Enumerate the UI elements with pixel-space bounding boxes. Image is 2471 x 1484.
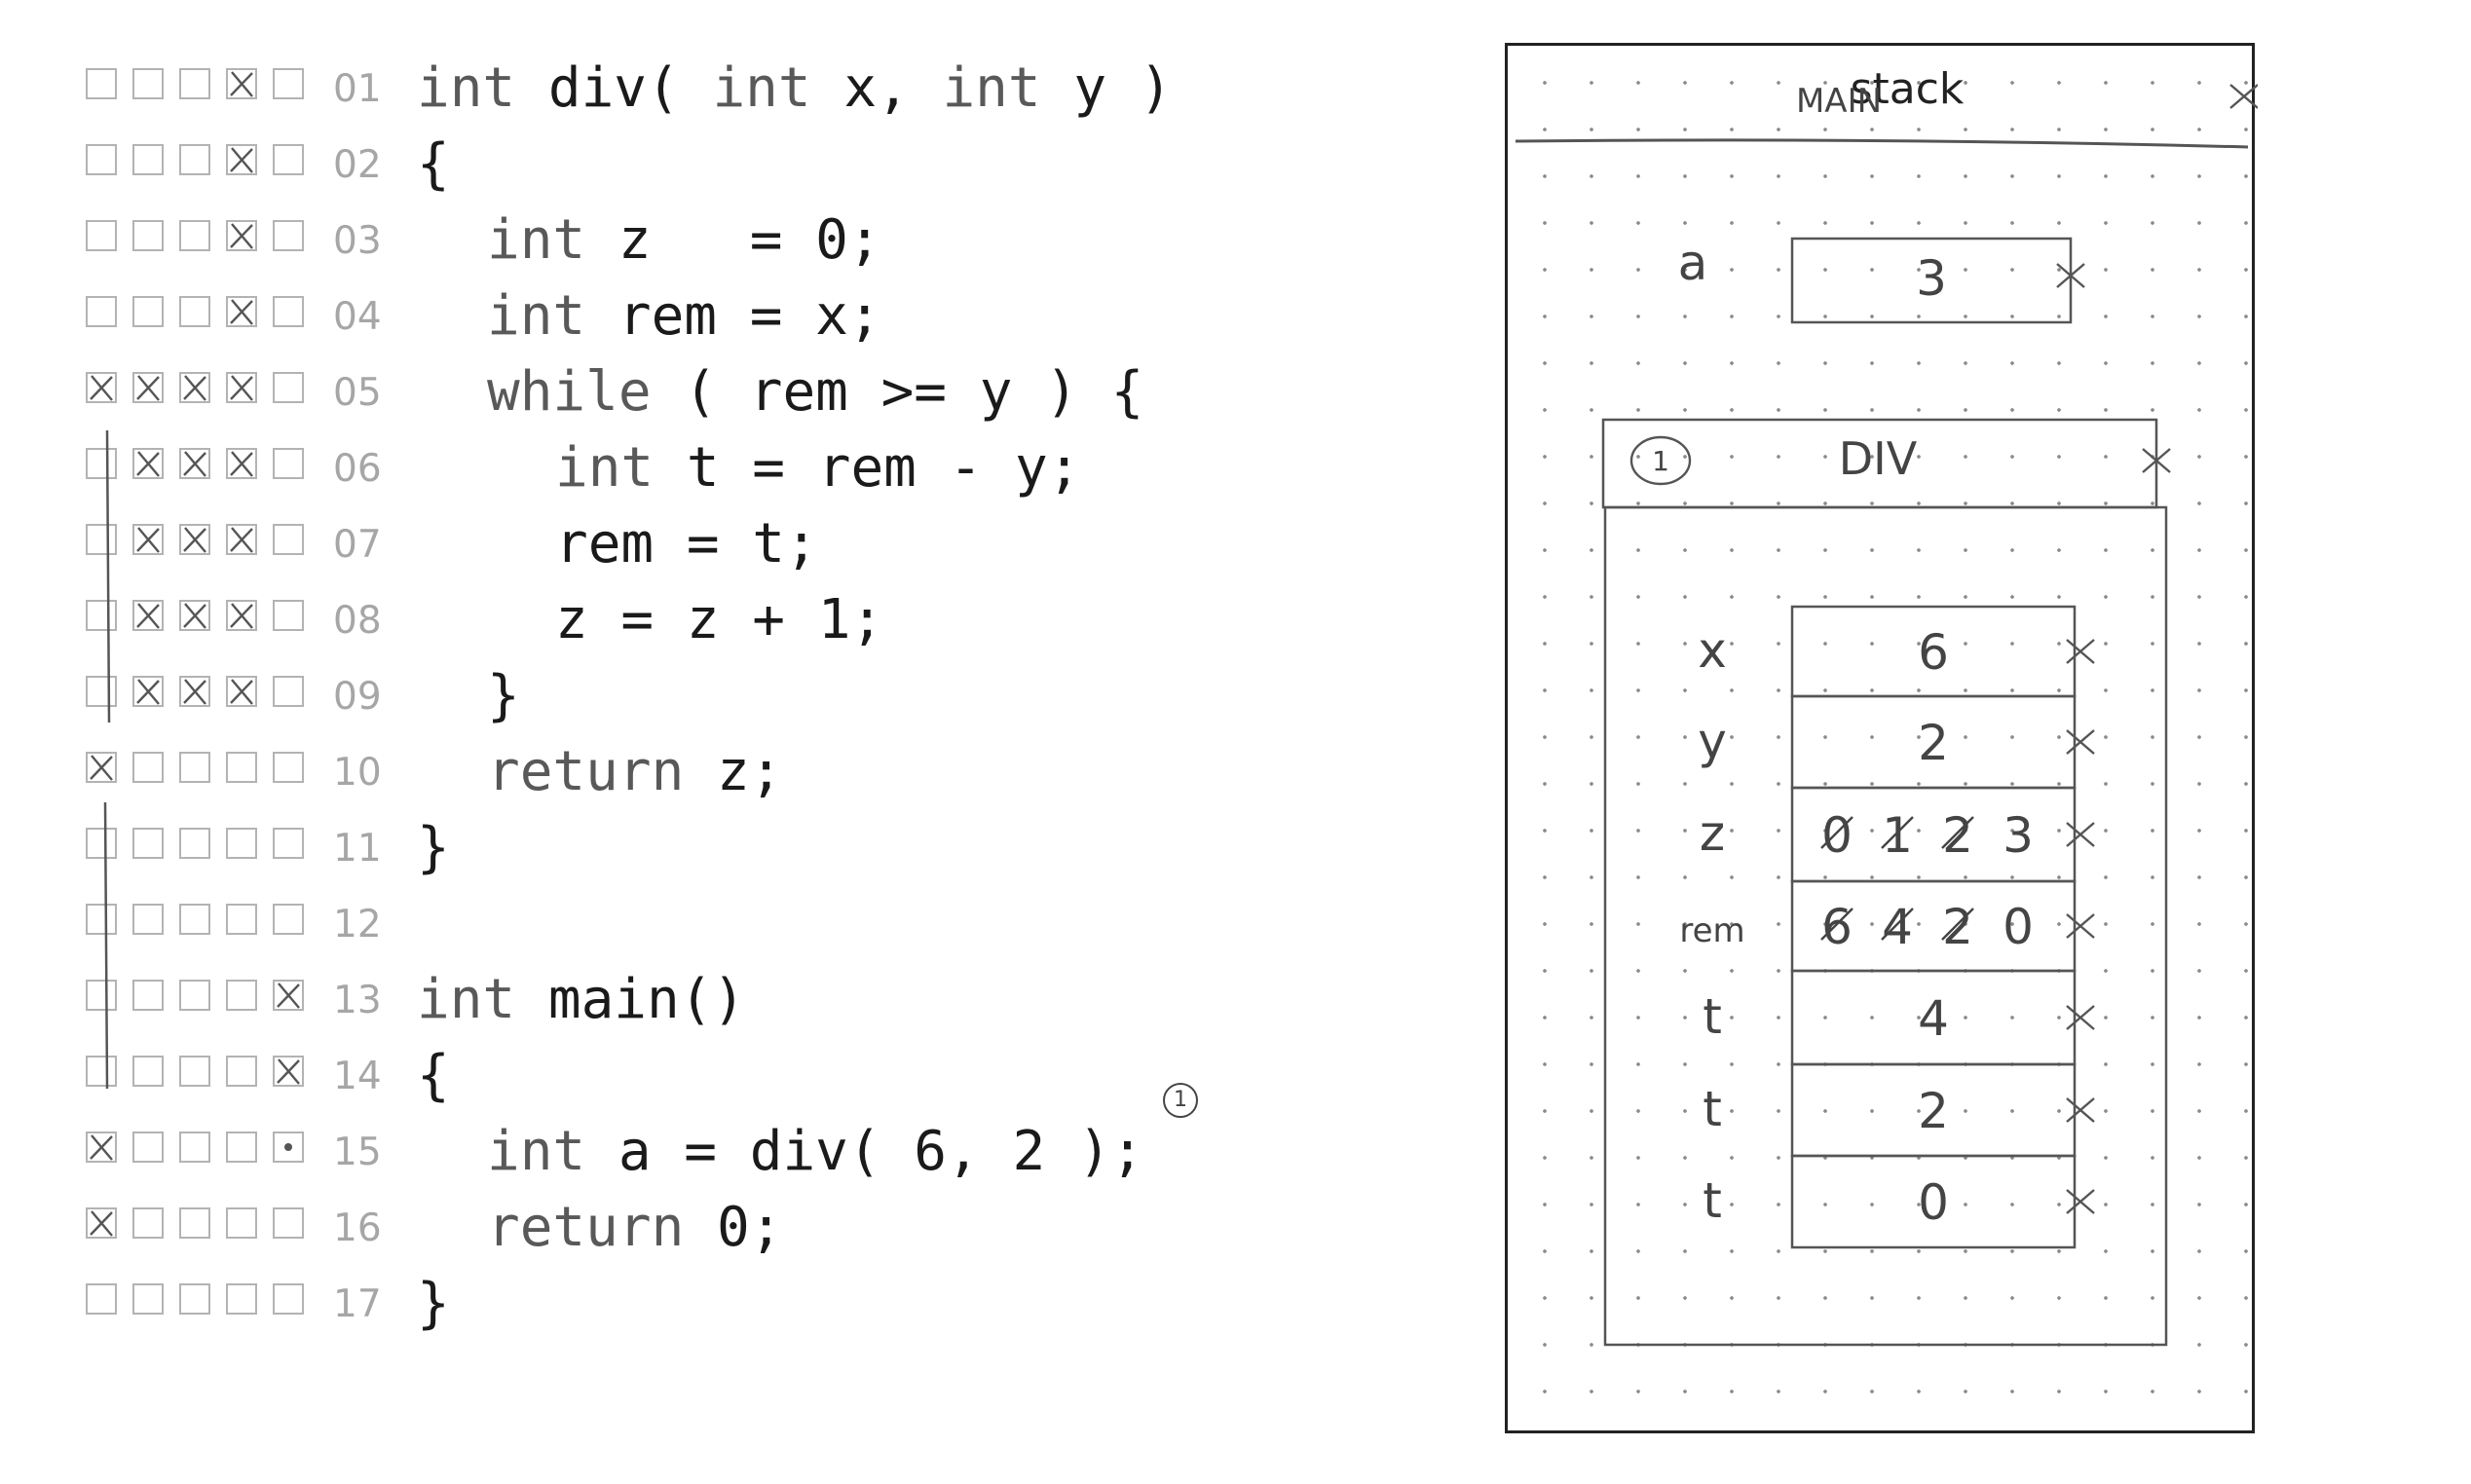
div-var-value: 2 bbox=[1918, 715, 1949, 771]
call-id-label: 1 bbox=[1652, 445, 1669, 477]
code-text: int z = 0; bbox=[487, 208, 881, 273]
code-token: { bbox=[417, 1044, 450, 1107]
line-number: 17 bbox=[333, 1282, 382, 1326]
line-number: 11 bbox=[333, 827, 382, 871]
main-frame-header-line bbox=[1515, 138, 2249, 149]
code-token: z; bbox=[684, 740, 783, 803]
code-token: } bbox=[487, 664, 520, 727]
line-number: 08 bbox=[333, 599, 382, 643]
code-token: t = rem - y; bbox=[654, 436, 1081, 500]
div-var-value: 0 bbox=[1821, 807, 1853, 864]
code-text: } bbox=[487, 664, 520, 728]
div-var-value: 0 bbox=[2003, 899, 2034, 955]
main-frame-title: MAIN bbox=[1796, 82, 1882, 121]
div-var-value: 2 bbox=[1942, 807, 1973, 864]
code-token: div( bbox=[515, 56, 713, 120]
line-number: 15 bbox=[333, 1131, 382, 1174]
code-text: int div( int x, int y ) bbox=[417, 56, 1172, 121]
div-var-name: y bbox=[1698, 713, 1727, 769]
code-token: 0; bbox=[684, 1196, 783, 1259]
code-token: x, bbox=[810, 56, 943, 120]
stack-sketch: stackMAINa 31 DIVx 6y 2z 0 1 2 3rem 6 4 2 0t 4t 2t 0 bbox=[1515, 64, 2258, 1347]
div-var-value: 6 bbox=[1918, 624, 1949, 681]
code-keyword: int bbox=[417, 968, 516, 1031]
code-keyword: return bbox=[487, 740, 685, 803]
line-number: 13 bbox=[333, 979, 382, 1022]
code-keyword: int bbox=[942, 56, 1041, 120]
code-text: } bbox=[417, 1272, 450, 1336]
line-number: 16 bbox=[333, 1206, 382, 1250]
code-token: a = div( 6, 2 ); bbox=[585, 1120, 1144, 1183]
code-token: z = z + 1; bbox=[555, 588, 884, 651]
code-token: y ) bbox=[1040, 56, 1173, 120]
code-text: { bbox=[417, 1044, 450, 1108]
div-var-name: rem bbox=[1679, 911, 1744, 950]
line-number: 01 bbox=[333, 67, 382, 111]
code-token: { bbox=[417, 132, 450, 196]
div-var-name: x bbox=[1698, 622, 1727, 679]
div-var-name: t bbox=[1703, 1172, 1722, 1229]
div-var-value: 3 bbox=[2003, 807, 2034, 864]
code-text: while ( rem >= y ) { bbox=[487, 360, 1143, 425]
code-text: int a = div( 6, 2 ); bbox=[487, 1120, 1143, 1184]
div-var-value: 6 bbox=[1821, 899, 1853, 955]
div-var-name: z bbox=[1700, 805, 1725, 862]
line-number: 06 bbox=[333, 447, 382, 491]
pencil-bracket-strokes bbox=[103, 429, 111, 1090]
line-number: 03 bbox=[333, 219, 382, 263]
code-token: } bbox=[417, 1272, 450, 1335]
code-keyword: int bbox=[487, 284, 586, 348]
code-text: { bbox=[417, 132, 450, 197]
div-var-value: 4 bbox=[1882, 899, 1913, 955]
div-var-value: 1 bbox=[1882, 807, 1913, 864]
line-number: 04 bbox=[333, 295, 382, 339]
div-var-value: 4 bbox=[1918, 990, 1949, 1047]
pencil-stroke bbox=[105, 429, 111, 723]
main-var-name: a bbox=[1678, 235, 1708, 291]
main-var-value: 3 bbox=[1916, 250, 1947, 307]
code-token: } bbox=[417, 816, 450, 879]
code-keyword: int bbox=[417, 56, 516, 120]
line-number: 02 bbox=[333, 143, 382, 187]
code-text: return 0; bbox=[487, 1196, 782, 1260]
div-frame-title: DIV bbox=[1839, 432, 1918, 485]
code-token: rem = t; bbox=[555, 512, 818, 575]
code-text: return z; bbox=[487, 740, 782, 804]
code-keyword: return bbox=[487, 1196, 685, 1259]
line-number: 10 bbox=[333, 751, 382, 795]
code-keyword: int bbox=[487, 208, 586, 272]
code-text: rem = t; bbox=[555, 512, 818, 576]
code-text: int main() bbox=[417, 968, 745, 1032]
stack-diagram: stack MAIN a 3 1 DIV x 6 y 2 z 0 1 2 3 rem 6 4 2 0 t 4 t 2 t 0 bbox=[1505, 43, 2258, 1433]
line-number: 05 bbox=[333, 371, 382, 415]
div-var-value: 2 bbox=[1918, 1083, 1949, 1139]
code-text: } bbox=[417, 816, 450, 880]
line-number: 12 bbox=[333, 903, 382, 946]
call-annotation: 1 bbox=[1163, 1083, 1198, 1118]
code-token: ( rem >= y ) { bbox=[651, 360, 1144, 424]
line-number: 09 bbox=[333, 675, 382, 719]
code-text: z = z + 1; bbox=[555, 588, 883, 652]
code-token: main() bbox=[515, 968, 746, 1031]
code-listing: 01 int div( int x, int y ) 02 {03 int z = 0;… bbox=[0, 0, 1441, 1484]
div-var-value: 2 bbox=[1942, 899, 1973, 955]
div-var-name: t bbox=[1703, 988, 1722, 1045]
line-number: 07 bbox=[333, 523, 382, 567]
line-number: 14 bbox=[333, 1055, 382, 1098]
code-keyword: int bbox=[487, 1120, 586, 1183]
code-keyword: while bbox=[487, 360, 652, 424]
div-var-name: t bbox=[1703, 1081, 1722, 1137]
div-var-value: 0 bbox=[1918, 1174, 1949, 1231]
code-keyword: int bbox=[712, 56, 811, 120]
code-token: z = 0; bbox=[585, 208, 881, 272]
code-keyword: int bbox=[555, 436, 655, 500]
code-token: rem = x; bbox=[585, 284, 881, 348]
pencil-stroke bbox=[103, 801, 109, 1090]
code-text: int rem = x; bbox=[487, 284, 881, 349]
code-text: int t = rem - y; bbox=[555, 436, 1080, 501]
